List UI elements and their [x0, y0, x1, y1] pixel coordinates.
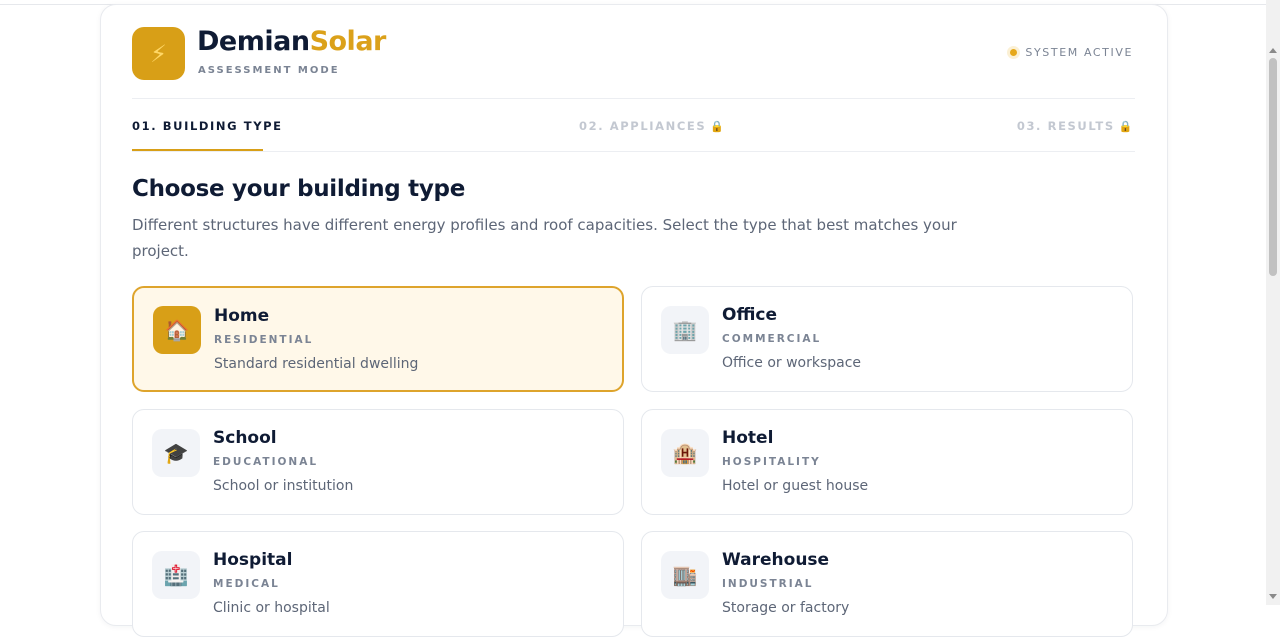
scroll-down-arrow-icon[interactable] [1269, 594, 1277, 599]
hotel-icon: 🏨 [661, 429, 709, 477]
lock-icon: 🔒 [1118, 120, 1134, 133]
option-description: School or institution [213, 478, 354, 494]
lock-icon: 🔒 [710, 120, 726, 133]
step-appliances[interactable]: 02. APPLIANCES 🔒 [579, 119, 726, 133]
step-label: 03. RESULTS [1016, 119, 1115, 133]
option-title: Office [722, 305, 778, 325]
option-description: Storage or factory [722, 600, 850, 616]
logo: ⚡ [132, 27, 185, 80]
graduation-cap-icon: 🎓 [152, 429, 200, 477]
mode-label: ASSESSMENT MODE [198, 65, 340, 76]
lightning-bolt-icon: ⚡ [150, 39, 167, 68]
option-category: EDUCATIONAL [213, 456, 319, 468]
option-title: Hospital [213, 550, 293, 570]
option-description: Hotel or guest house [722, 478, 869, 494]
option-title: Hotel [722, 428, 774, 448]
page-description: Different structures have different ener… [132, 216, 957, 260]
office-building-icon: 🏢 [661, 306, 709, 354]
hospital-icon: 🏥 [152, 551, 200, 599]
header-divider [132, 98, 1135, 99]
step-label: 02. APPLIANCES [579, 119, 707, 133]
option-title: Warehouse [722, 550, 830, 570]
option-category: INDUSTRIAL [722, 578, 814, 590]
status-dot-icon [1010, 49, 1018, 56]
warehouse-icon: 🏬 [661, 551, 709, 599]
system-status: SYSTEM ACTIVE [1010, 46, 1133, 59]
option-description: Standard residential dwelling [214, 356, 419, 372]
option-description: Office or workspace [722, 355, 862, 371]
building-option-home[interactable]: 🏠 Home RESIDENTIAL Standard residential … [132, 286, 624, 392]
building-option-office[interactable]: 🏢 Office COMMERCIAL Office or workspace [641, 286, 1133, 392]
page-scrollbar[interactable] [1266, 0, 1280, 605]
brand-name-part2: Solar [309, 26, 387, 57]
step-label: 01. BUILDING TYPE [132, 119, 283, 133]
status-label: SYSTEM ACTIVE [1025, 46, 1133, 59]
option-title: School [213, 428, 277, 448]
option-description: Clinic or hospital [213, 600, 330, 616]
option-category: RESIDENTIAL [214, 334, 314, 346]
scroll-up-arrow-icon[interactable] [1269, 48, 1277, 53]
scrollbar-thumb[interactable] [1269, 58, 1277, 276]
brand-name: DemianSolar [197, 26, 386, 57]
building-option-school[interactable]: 🎓 School EDUCATIONAL School or instituti… [132, 409, 624, 515]
building-option-warehouse[interactable]: 🏬 Warehouse INDUSTRIAL Storage or factor… [641, 531, 1133, 637]
option-title: Home [214, 306, 270, 326]
brand-name-part1: Demian [197, 26, 310, 57]
option-category: COMMERCIAL [722, 333, 822, 345]
step-results[interactable]: 03. RESULTS 🔒 [1017, 119, 1134, 133]
building-option-hotel[interactable]: 🏨 Hotel HOSPITALITY Hotel or guest house [641, 409, 1133, 515]
page-title: Choose your building type [132, 176, 466, 202]
option-category: HOSPITALITY [722, 456, 821, 468]
building-option-hospital[interactable]: 🏥 Hospital MEDICAL Clinic or hospital [132, 531, 624, 637]
house-icon: 🏠 [153, 306, 201, 354]
option-category: MEDICAL [213, 578, 280, 590]
steps-divider [132, 151, 1135, 152]
step-building-type[interactable]: 01. BUILDING TYPE [132, 119, 283, 133]
